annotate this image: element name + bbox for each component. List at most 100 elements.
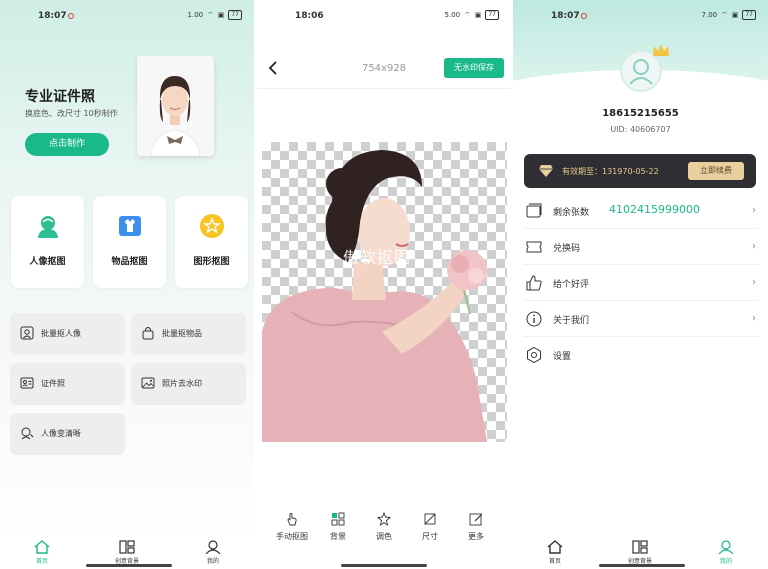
- feature-enhance-portrait[interactable]: 人像变清晰: [10, 413, 125, 455]
- status-bar: 18:07 1.00 ⌔ ▣ 77: [0, 0, 254, 30]
- user-icon: [718, 540, 734, 554]
- tile-label: 物品抠图: [111, 257, 148, 267]
- status-icons: 1.00 ⌔ ▣ 77: [188, 10, 242, 20]
- tool-size[interactable]: 尺寸: [410, 512, 450, 542]
- feature-label: 证件照: [41, 379, 65, 388]
- background-icon: [331, 512, 345, 526]
- tool-background[interactable]: 背景: [318, 512, 358, 542]
- tab-creative-bg[interactable]: 创意背景: [620, 540, 660, 565]
- grid-icon: [119, 540, 135, 554]
- sim-icon: ▣: [217, 11, 225, 19]
- menu-label: 关于我们: [553, 316, 590, 326]
- cutout-canvas[interactable]: [262, 142, 507, 442]
- editor-tools: 手动抠图 背景 调色 尺寸 更多: [257, 512, 511, 542]
- home-icon: [34, 540, 50, 554]
- tool-label: 尺寸: [422, 532, 438, 541]
- batch-portrait-icon: [20, 326, 34, 340]
- menu-remaining-count[interactable]: 剩余张数 4102415999000 ›: [523, 193, 758, 229]
- tool-more[interactable]: 更多: [456, 512, 496, 542]
- tool-adjust-color[interactable]: 调色: [364, 512, 404, 542]
- feature-label: 照片去水印: [162, 379, 202, 388]
- id-card-icon: [20, 377, 34, 389]
- adjust-color-icon: [377, 512, 391, 526]
- tool-manual-cutout[interactable]: 手动抠图: [272, 512, 312, 542]
- home-screen: 18:07 1.00 ⌔ ▣ 77 专业证件照 换底色、改尺寸 10秒制作 点击…: [0, 0, 254, 569]
- editor-screen: 18:06 5.00 ⌔ ▣ 77 754x928 无水印保存 傲软抠图 手动抠…: [257, 0, 511, 569]
- menu-rate-us[interactable]: 给个好评 ›: [523, 265, 758, 301]
- tab-label: 首页: [35, 558, 48, 565]
- hand-icon: [287, 513, 297, 526]
- tab-home[interactable]: 首页: [22, 540, 62, 565]
- tab-home[interactable]: 首页: [535, 540, 575, 565]
- menu-redeem-code[interactable]: 兑换码 ›: [523, 229, 758, 265]
- feature-batch-portrait[interactable]: 批量抠人像: [10, 313, 125, 355]
- settings-icon: [527, 346, 541, 364]
- menu-label: 剩余张数: [553, 208, 590, 218]
- battery-icon: 77: [742, 10, 756, 20]
- user-icon: [205, 540, 221, 554]
- vip-expiry: 有效期至：131970-05-22: [562, 167, 659, 176]
- thumbs-up-icon: [526, 275, 542, 291]
- home-indicator: [599, 564, 685, 567]
- id-photo-sample: [137, 56, 214, 156]
- chevron-right-icon: ›: [752, 313, 756, 324]
- tile-graphic-cutout[interactable]: 图形抠图: [175, 196, 248, 288]
- vip-card: 有效期至：131970-05-22 立即续费: [524, 154, 756, 188]
- tab-me[interactable]: 我的: [706, 540, 746, 565]
- tile-object-cutout[interactable]: 物品抠图: [93, 196, 166, 288]
- tab-me[interactable]: 我的: [193, 540, 233, 565]
- user-id: UID: 40606707: [610, 125, 671, 134]
- hero-title: 专业证件照: [25, 89, 95, 105]
- image-icon: [141, 377, 155, 389]
- profile-menu: 剩余张数 4102415999000 › 兑换码 › 给个好评 › 关于我们 ›…: [523, 193, 758, 373]
- diamond-icon: [539, 165, 553, 177]
- profile-screen: 18:07 7.00 ⌔ ▣ 77 18615215655 UID: 40606…: [513, 0, 768, 569]
- tile-portrait-cutout[interactable]: 人像抠图: [11, 196, 84, 288]
- menu-about-us[interactable]: 关于我们 ›: [523, 301, 758, 337]
- tool-label: 手动抠图: [276, 532, 308, 541]
- net-speed: 1.00: [187, 11, 204, 19]
- images-icon: [526, 203, 542, 218]
- save-no-watermark-button[interactable]: 无水印保存: [444, 58, 504, 78]
- divider: [257, 88, 511, 89]
- status-time: 18:07: [551, 11, 580, 21]
- menu-settings[interactable]: 设置: [523, 337, 758, 373]
- net-speed: 7.00: [701, 11, 718, 19]
- tab-label: 我的: [719, 558, 732, 565]
- sim-icon: ▣: [474, 11, 482, 19]
- bottom-tab-bar: 首页 创意背景 我的: [513, 537, 768, 569]
- chevron-right-icon: ›: [752, 277, 756, 288]
- feature-id-photo[interactable]: 证件照: [10, 363, 125, 405]
- crown-icon: [653, 44, 669, 56]
- tile-label: 人像抠图: [29, 257, 66, 267]
- tab-label: 我的: [206, 558, 219, 565]
- feature-batch-object[interactable]: 批量抠物品: [131, 313, 246, 355]
- remaining-count-value: 4102415999000: [609, 203, 700, 216]
- home-indicator: [86, 564, 172, 567]
- home-icon: [547, 540, 563, 554]
- bottom-tab-bar: 首页 创意背景 我的: [0, 537, 254, 569]
- tool-label: 更多: [468, 532, 484, 541]
- feature-remove-watermark[interactable]: 照片去水印: [131, 363, 246, 405]
- feature-label: 批量抠人像: [41, 329, 81, 338]
- status-time: 18:07: [38, 11, 67, 21]
- bag-icon: [142, 326, 154, 340]
- status-bar: 18:07 7.00 ⌔ ▣ 77: [513, 0, 768, 30]
- menu-label: 设置: [553, 352, 572, 362]
- status-bar: 18:06 5.00 ⌔ ▣ 77: [257, 0, 511, 30]
- status-time: 18:06: [295, 11, 324, 21]
- make-id-photo-button[interactable]: 点击制作: [25, 133, 109, 156]
- crop-icon: [424, 513, 436, 525]
- tab-creative-bg[interactable]: 创意背景: [107, 540, 147, 565]
- user-phone: 18615215655: [602, 108, 679, 119]
- battery-icon: 77: [228, 10, 242, 20]
- renew-button[interactable]: 立即续费: [688, 162, 744, 180]
- info-icon: [526, 311, 542, 327]
- shirt-icon: [119, 216, 141, 236]
- wifi-icon: ⌔: [207, 10, 214, 19]
- face-enhance-icon: [21, 427, 34, 440]
- edit-icon: [469, 513, 483, 526]
- ticket-icon: [526, 241, 542, 253]
- tab-label: 首页: [548, 558, 561, 565]
- feature-label: 批量抠物品: [162, 329, 202, 338]
